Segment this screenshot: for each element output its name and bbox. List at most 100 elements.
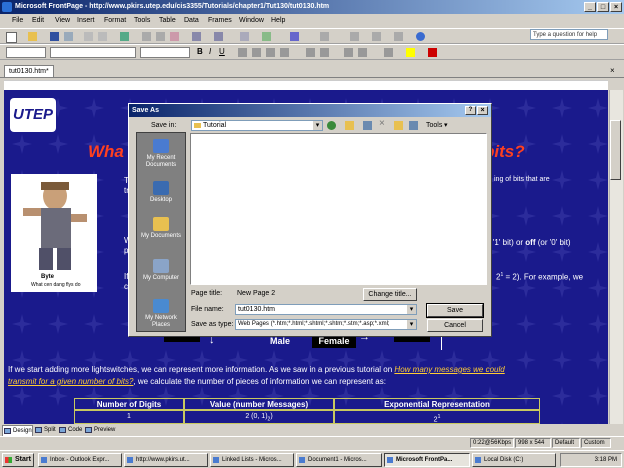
task-document1[interactable]: Document1 - Micros... (296, 453, 382, 467)
views-icon[interactable] (409, 121, 418, 130)
menu-file[interactable]: File (12, 14, 23, 28)
tab-preview[interactable]: Preview (84, 425, 115, 435)
task-browser[interactable]: http://www.pkirs.ut... (124, 453, 208, 467)
highlight-icon[interactable] (406, 48, 415, 57)
justify-icon[interactable] (280, 48, 289, 57)
paste-icon[interactable] (170, 32, 179, 41)
close-document-icon[interactable]: × (610, 66, 615, 75)
delete-icon[interactable]: × (379, 118, 385, 129)
menu-table[interactable]: Table (159, 14, 176, 28)
show-all-icon[interactable] (350, 32, 359, 41)
maximize-button[interactable]: □ (597, 2, 609, 12)
back-icon[interactable] (327, 121, 336, 130)
save-as-type-label: Save as type: (191, 321, 234, 328)
spelling-icon[interactable] (120, 32, 129, 41)
new-folder-icon[interactable] (394, 121, 403, 130)
menu-help[interactable]: Help (271, 14, 285, 28)
place-my-documents[interactable]: My Documents (137, 217, 185, 240)
task-frontpage[interactable]: Microsoft FrontPa... (384, 453, 470, 467)
code-icon[interactable] (394, 32, 403, 41)
border-icon[interactable] (384, 48, 393, 57)
redo-icon[interactable] (214, 32, 223, 41)
place-recent-documents[interactable]: My Recent Documents (137, 139, 185, 169)
cut-icon[interactable] (142, 32, 151, 41)
table-header-digits: Number of Digits (74, 398, 184, 410)
scrollbar-thumb[interactable] (610, 120, 621, 180)
recent-documents-icon (153, 139, 169, 153)
copy-icon[interactable] (156, 32, 165, 41)
menu-window[interactable]: Window (239, 14, 264, 28)
hyperlink-icon[interactable] (290, 32, 299, 41)
publish-icon[interactable] (64, 32, 73, 41)
save-as-type-dropdown[interactable]: Web Pages (*.htm;*.html;*.shtml;*.shtm;*… (235, 319, 417, 330)
italic-button[interactable]: I (209, 47, 211, 56)
tab-code[interactable]: Code (58, 425, 82, 435)
save-icon[interactable] (50, 32, 59, 41)
table-cell-value: 2 (0, 1)2) (184, 410, 334, 424)
underline-button[interactable]: U (219, 47, 225, 56)
undo-icon[interactable] (192, 32, 201, 41)
tab-split[interactable]: Split (34, 425, 56, 435)
up-folder-icon[interactable] (345, 121, 354, 130)
align-left-icon[interactable] (238, 48, 247, 57)
align-right-icon[interactable] (266, 48, 275, 57)
refresh-icon[interactable] (320, 32, 329, 41)
new-page-icon[interactable] (6, 32, 17, 43)
task-linked-lists[interactable]: Linked Lists - Micros... (210, 453, 294, 467)
male-label: Male (270, 336, 291, 346)
align-center-icon[interactable] (252, 48, 261, 57)
help-icon[interactable] (416, 32, 425, 41)
print-preview-icon[interactable] (98, 32, 107, 41)
menu-frames[interactable]: Frames (208, 14, 232, 28)
change-title-button[interactable]: Change title... (363, 288, 417, 301)
download-time-indicator: 0:22@56Kbps (470, 438, 514, 448)
place-desktop[interactable]: Desktop (137, 181, 185, 204)
tutorial-link-continued[interactable]: transmit for a given number of bits? (8, 377, 133, 386)
font-color-icon[interactable] (428, 48, 437, 57)
bullets-icon[interactable] (320, 48, 329, 57)
cancel-button[interactable]: Cancel (427, 319, 483, 332)
custom-indicator[interactable]: Custom (581, 438, 611, 448)
place-my-network-places[interactable]: My Network Places (137, 299, 185, 329)
start-button[interactable]: Start (2, 453, 34, 467)
bold-button[interactable]: B (197, 47, 203, 56)
save-button[interactable]: Save (426, 303, 484, 318)
decrease-indent-icon[interactable] (344, 48, 353, 57)
mode-indicator[interactable]: Default (552, 438, 580, 448)
file-list[interactable] (190, 133, 487, 285)
chevron-down-icon[interactable]: ▾ (444, 121, 448, 129)
tutorial-link[interactable]: How many messages we could (394, 365, 504, 374)
open-folder-icon[interactable] (28, 32, 37, 41)
place-my-computer[interactable]: My Computer (137, 259, 185, 282)
insert-picture-icon[interactable] (262, 32, 271, 41)
menu-format[interactable]: Format (104, 14, 126, 28)
font-size-dropdown[interactable] (140, 47, 190, 58)
style-dropdown[interactable] (6, 47, 46, 58)
menu-edit[interactable]: Edit (32, 14, 44, 28)
dialog-close-button[interactable]: × (477, 106, 488, 115)
insert-table-icon[interactable] (240, 32, 249, 41)
my-computer-icon (153, 259, 169, 273)
task-local-disk[interactable]: Local Disk (C:) (472, 453, 556, 467)
close-button[interactable]: × (610, 2, 622, 12)
table-cell-exponential: 21 (334, 410, 540, 424)
menu-view[interactable]: View (55, 14, 70, 28)
menu-tools[interactable]: Tools (134, 14, 150, 28)
increase-indent-icon[interactable] (358, 48, 367, 57)
paragraph-icon[interactable] (372, 32, 381, 41)
dialog-help-button[interactable]: ? (465, 106, 476, 115)
menu-insert[interactable]: Insert (77, 14, 95, 28)
menu-data[interactable]: Data (184, 14, 199, 28)
task-outlook-express[interactable]: Inbox - Outlook Expr... (38, 453, 122, 467)
tools-menu[interactable]: Tools (426, 122, 442, 129)
network-places-icon (153, 299, 169, 313)
minimize-button[interactable]: _ (584, 2, 596, 12)
print-icon[interactable] (84, 32, 93, 41)
save-in-dropdown[interactable]: Tutorial (191, 120, 323, 131)
system-tray: 3:18 PM (560, 453, 622, 467)
font-dropdown[interactable] (50, 47, 136, 58)
search-web-icon[interactable] (363, 121, 372, 130)
my-documents-icon (153, 217, 169, 231)
file-name-input[interactable]: tut0130.htm (235, 304, 417, 315)
numbering-icon[interactable] (306, 48, 315, 57)
